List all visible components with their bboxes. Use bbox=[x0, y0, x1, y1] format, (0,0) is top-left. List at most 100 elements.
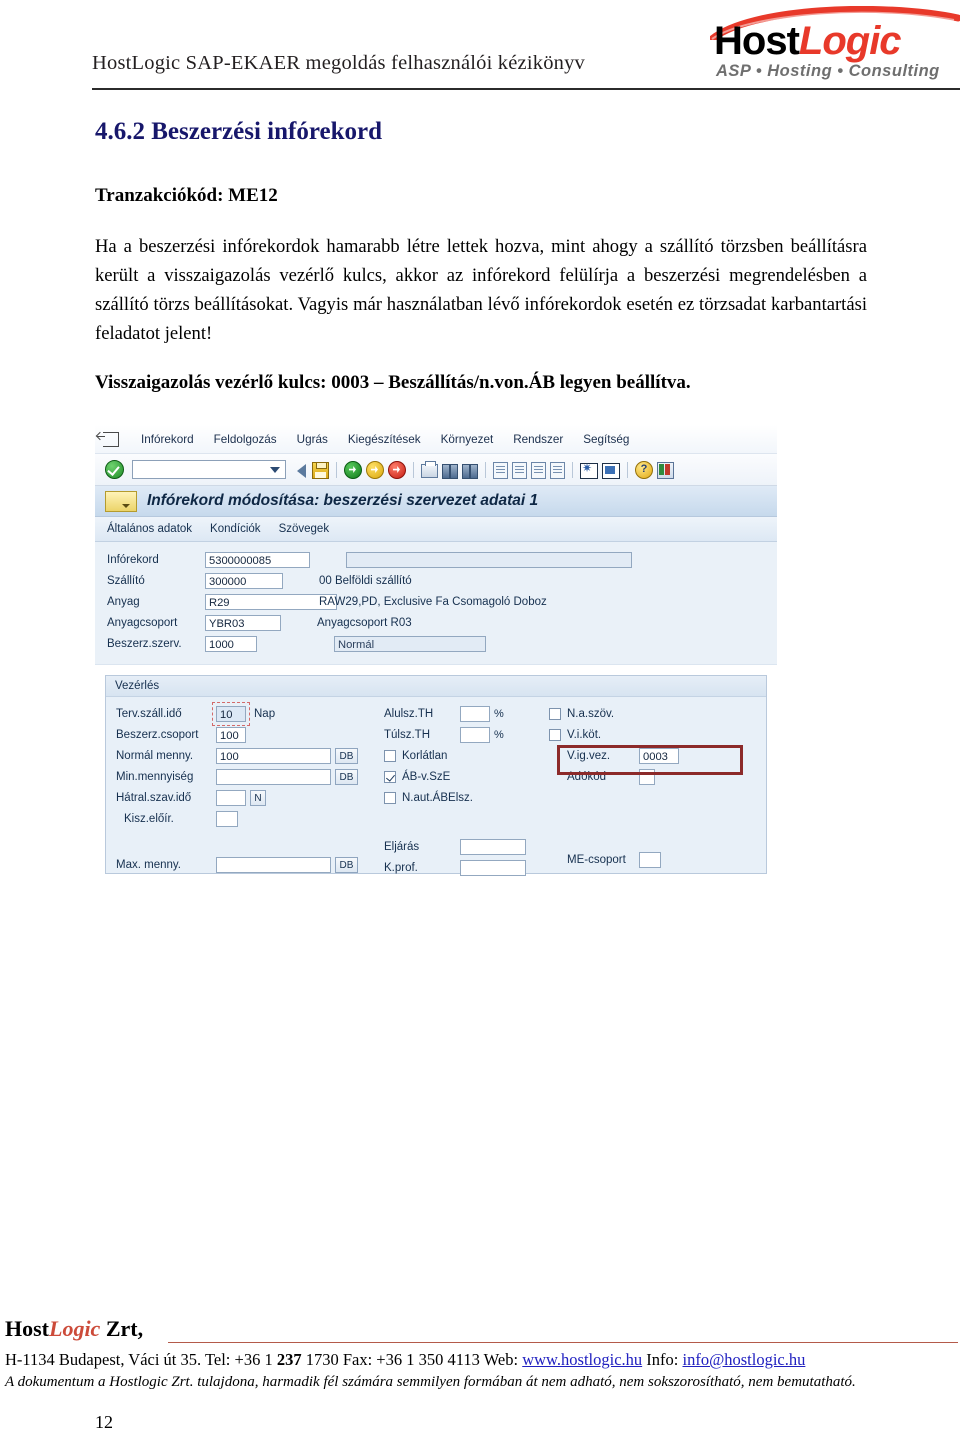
vendor-input[interactable]: 300000 bbox=[205, 572, 283, 589]
cancel-icon[interactable] bbox=[366, 461, 384, 479]
field-row-no-material-text[interactable]: N.a.szöv. bbox=[549, 703, 679, 724]
layout-menu-icon[interactable] bbox=[657, 461, 674, 479]
field-row-confirmation-control: V.ig.vez. 0003 bbox=[549, 745, 679, 766]
next-page-icon[interactable] bbox=[531, 461, 546, 479]
menu-item-inforecord[interactable]: Infórekord bbox=[131, 433, 204, 446]
field-row-plan-delivery-time: Terv.száll.idő 10 Nap bbox=[116, 701, 358, 726]
header-document-title: HostLogic SAP-EKAER megoldás felhasználó… bbox=[92, 52, 586, 74]
logo-host-text: Host bbox=[714, 19, 800, 63]
tax-code-input[interactable] bbox=[639, 768, 655, 785]
max-qty-input[interactable] bbox=[216, 856, 331, 873]
menu-item-help[interactable]: Segítség bbox=[573, 433, 639, 446]
vendor-description: 00 Belföldi szállító bbox=[319, 574, 412, 587]
tab-general-data[interactable]: Általános adatok bbox=[107, 523, 192, 535]
vendor-label: Szállító bbox=[107, 574, 145, 587]
purchasing-org-category-input[interactable]: Normál bbox=[334, 635, 486, 652]
system-menu-icon[interactable] bbox=[97, 431, 119, 447]
menu-item-environment[interactable]: Környezet bbox=[431, 433, 504, 446]
standard-qty-unit: DB bbox=[335, 747, 358, 764]
plan-delivery-time-input[interactable]: 10 bbox=[216, 705, 246, 722]
me-group-label: ME-csoport bbox=[567, 853, 626, 866]
standard-qty-input[interactable]: 100 bbox=[216, 747, 331, 764]
footer-brand-logic: Logic bbox=[49, 1316, 101, 1341]
qa-profile-input[interactable] bbox=[460, 859, 526, 876]
no-ers-checkbox[interactable] bbox=[384, 791, 396, 804]
remaining-shelf-life-input[interactable] bbox=[216, 789, 246, 806]
highlighted-note: Visszaigazolás vezérlő kulcs: 0003 – Bes… bbox=[95, 372, 691, 393]
tab-texts[interactable]: Szövegek bbox=[279, 523, 330, 535]
field-row-ack-required[interactable]: V.i.köt. bbox=[549, 724, 679, 745]
help-icon[interactable]: ? bbox=[635, 461, 653, 479]
footer-info-label: Info: bbox=[642, 1350, 683, 1369]
footer-address-middle: 1730 Fax: +36 1 350 4113 Web: bbox=[301, 1350, 523, 1369]
previous-page-icon[interactable] bbox=[512, 461, 527, 479]
find-next-icon[interactable] bbox=[462, 464, 478, 479]
stop-icon[interactable] bbox=[388, 461, 406, 479]
header-divider bbox=[92, 88, 960, 90]
confirmation-control-input[interactable]: 0003 bbox=[639, 747, 679, 764]
field-row-purchasing-group: Beszerz.csoport 100 bbox=[116, 724, 358, 745]
material-group-label: Anyagcsoport bbox=[107, 616, 178, 629]
material-label: Anyag bbox=[107, 595, 140, 608]
menu-item-goto[interactable]: Ugrás bbox=[287, 433, 338, 446]
inforecord-input[interactable]: 5300000085 bbox=[205, 551, 310, 568]
material-input[interactable]: R29 bbox=[205, 593, 337, 610]
first-page-icon[interactable] bbox=[493, 461, 508, 479]
inforecord-description-input[interactable] bbox=[346, 551, 632, 568]
over-tolerance-label: Túlsz.TH bbox=[384, 728, 430, 741]
under-tolerance-input[interactable] bbox=[460, 705, 490, 722]
min-qty-input[interactable] bbox=[216, 768, 331, 785]
footer-brand: HostLogic Zrt, bbox=[5, 1316, 143, 1342]
field-row-gr-based-iv[interactable]: ÁB-v.SzE bbox=[384, 766, 526, 787]
purchasing-group-input[interactable]: 100 bbox=[216, 726, 246, 743]
back-icon[interactable] bbox=[297, 463, 306, 478]
gr-based-iv-checkbox[interactable] bbox=[384, 770, 396, 783]
find-icon[interactable] bbox=[442, 464, 458, 479]
material-description: RAW29,PD, Exclusive Fa Csomagoló Doboz bbox=[319, 595, 547, 608]
footer-email-link[interactable]: info@hostlogic.hu bbox=[682, 1350, 805, 1369]
last-page-icon[interactable] bbox=[550, 461, 565, 479]
screen-icon[interactable] bbox=[105, 490, 137, 512]
field-row-me-group: ME-csoport bbox=[549, 849, 679, 870]
create-shortcut-icon[interactable] bbox=[602, 462, 620, 479]
over-tolerance-input[interactable] bbox=[460, 726, 490, 743]
command-field[interactable] bbox=[132, 460, 286, 479]
field-row-purchasing-org: Beszerz.szerv. 1000 Normál bbox=[95, 633, 777, 654]
purchasing-org-label: Beszerz.szerv. bbox=[107, 637, 182, 650]
unlimited-checkbox[interactable] bbox=[384, 749, 396, 762]
menu-item-system[interactable]: Rendszer bbox=[503, 433, 573, 446]
print-icon[interactable] bbox=[421, 461, 438, 478]
field-row-unlimited[interactable]: Korlátlan bbox=[384, 745, 526, 766]
save-icon[interactable] bbox=[312, 461, 329, 479]
menu-item-extras[interactable]: Kiegészítések bbox=[338, 433, 431, 446]
control-group-body: Terv.száll.idő 10 Nap Beszerz.csoport 10… bbox=[106, 697, 766, 876]
footer-web-link[interactable]: www.hostlogic.hu bbox=[522, 1350, 642, 1369]
new-session-icon[interactable] bbox=[580, 461, 598, 479]
menu-item-processing[interactable]: Feldolgozás bbox=[204, 433, 287, 446]
no-material-text-checkbox[interactable] bbox=[549, 707, 561, 720]
procedure-input[interactable] bbox=[460, 838, 526, 855]
delivery-rule-input[interactable] bbox=[216, 810, 238, 827]
footer-phone-bold: 237 bbox=[276, 1350, 302, 1369]
footer-disclaimer: A dokumentum a Hostlogic Zrt. tulajdona,… bbox=[5, 1374, 856, 1390]
min-qty-unit: DB bbox=[335, 768, 358, 785]
field-row-min-qty: Min.mennyiség DB bbox=[116, 766, 358, 787]
field-row-no-ers[interactable]: N.aut.ÁBElsz. bbox=[384, 787, 526, 808]
ack-required-checkbox[interactable] bbox=[549, 728, 561, 741]
tab-conditions[interactable]: Kondíciók bbox=[210, 523, 261, 535]
ack-required-label: V.i.köt. bbox=[567, 728, 602, 741]
field-row-material: Anyag R29 RAW29,PD, Exclusive Fa Csomago… bbox=[95, 591, 777, 612]
purchasing-org-input[interactable]: 1000 bbox=[205, 635, 257, 652]
field-row-procedure: Eljárás bbox=[384, 836, 526, 857]
footer-brand-suffix: Zrt, bbox=[100, 1316, 144, 1341]
material-group-input[interactable]: YBR03 bbox=[205, 614, 281, 631]
command-dropdown-icon[interactable] bbox=[270, 467, 280, 473]
logo-tagline: ASP • Hosting • Consulting bbox=[716, 62, 940, 80]
purchasing-group-label: Beszerz.csoport bbox=[116, 728, 199, 741]
confirmation-control-label: V.ig.vez. bbox=[567, 749, 611, 762]
me-group-input[interactable] bbox=[639, 851, 661, 868]
enter-ok-icon[interactable] bbox=[105, 460, 124, 479]
exit-icon[interactable] bbox=[344, 461, 362, 479]
qa-profile-label: K.prof. bbox=[384, 861, 418, 874]
tax-code-label: Adókód bbox=[567, 770, 607, 783]
